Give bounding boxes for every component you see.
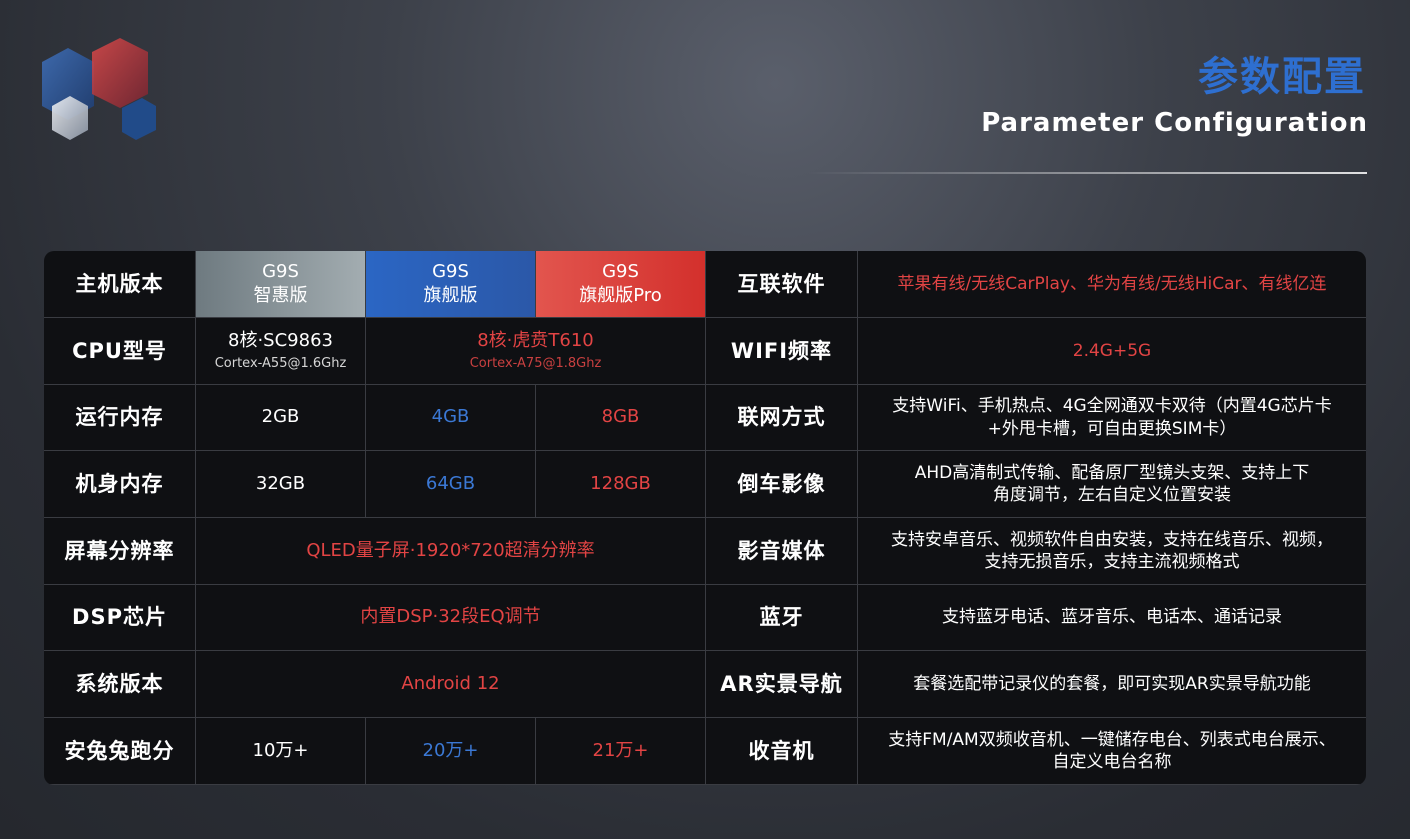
row-label-antutu: 安兔兔跑分 bbox=[44, 718, 196, 785]
network-value: 支持WiFi、手机热点、4G全网通双卡双待（内置4G芯片卡 +外甩卡槽，可自由更… bbox=[858, 385, 1366, 451]
os-value: Android 12 bbox=[196, 651, 706, 718]
radio-value: 支持FM/AM双频收音机、一键储存电台、列表式电台展示、 自定义电台名称 bbox=[858, 718, 1366, 785]
network-line-2: +外甩卡槽，可自由更换SIM卡） bbox=[987, 418, 1237, 439]
ram-flagship: 4GB bbox=[366, 385, 536, 451]
cube-logo-icon bbox=[42, 38, 156, 140]
col-header-flagship-name: G9S bbox=[432, 260, 469, 282]
row-label-storage: 机身内存 bbox=[44, 451, 196, 518]
media-line-1: 支持安卓音乐、视频软件自由安装，支持在线音乐、视频， bbox=[891, 529, 1333, 550]
row-label-screen: 屏幕分辨率 bbox=[44, 518, 196, 585]
cpu-basic-main: 8核·SC9863 bbox=[228, 330, 333, 352]
radio-line-1: 支持FM/AM双频收音机、一键储存电台、列表式电台展示、 bbox=[888, 729, 1336, 750]
cpu-flagship-main: 8核·虎贲T610 bbox=[477, 330, 594, 352]
row-label-radio: 收音机 bbox=[706, 718, 858, 785]
row-label-media: 影音媒体 bbox=[706, 518, 858, 585]
antutu-pro: 21万+ bbox=[536, 718, 706, 785]
wifi-value: 2.4G+5G bbox=[858, 318, 1366, 385]
row-label-connect-apps: 互联软件 bbox=[706, 251, 858, 318]
row-label-os: 系统版本 bbox=[44, 651, 196, 718]
row-label-wifi: WIFI频率 bbox=[706, 318, 858, 385]
connect-apps-value: 苹果有线/无线CarPlay、华为有线/无线HiCar、有线亿连 bbox=[858, 251, 1366, 318]
spec-table: 主机版本 G9S 智惠版 G9S 旗舰版 G9S 旗舰版Pro CPU型号 8核… bbox=[44, 251, 1366, 785]
row-label-reverse-camera: 倒车影像 bbox=[706, 451, 858, 518]
radio-line-2: 自定义电台名称 bbox=[1052, 752, 1172, 772]
ram-pro: 8GB bbox=[536, 385, 706, 451]
row-label-bluetooth: 蓝牙 bbox=[706, 585, 858, 651]
ram-basic: 2GB bbox=[196, 385, 366, 451]
ar-nav-value: 套餐选配带记录仪的套餐，即可实现AR实景导航功能 bbox=[858, 651, 1366, 718]
antutu-basic: 10万+ bbox=[196, 718, 366, 785]
reverse-camera-value: AHD高清制式传输、配备原厂型镜头支架、支持上下 角度调节，左右自定义位置安装 bbox=[858, 451, 1366, 518]
cpu-basic: 8核·SC9863 Cortex-A55@1.6Ghz bbox=[196, 318, 366, 385]
row-label-ram: 运行内存 bbox=[44, 385, 196, 451]
network-line-1: 支持WiFi、手机热点、4G全网通双卡双待（内置4G芯片卡 bbox=[892, 396, 1332, 417]
col-header-pro: G9S 旗舰版Pro bbox=[536, 251, 706, 318]
title-divider bbox=[807, 172, 1367, 174]
col-header-pro-name: G9S bbox=[602, 260, 639, 282]
col-header-flagship: G9S 旗舰版 bbox=[366, 251, 536, 318]
cpu-basic-sub: Cortex-A55@1.6Ghz bbox=[214, 355, 347, 371]
reverse-camera-line-2: 角度调节，左右自定义位置安装 bbox=[993, 485, 1231, 505]
storage-basic: 32GB bbox=[196, 451, 366, 518]
media-line-2: 支持无损音乐，支持主流视频格式 bbox=[984, 552, 1240, 572]
col-header-pro-edition: 旗舰版Pro bbox=[579, 285, 662, 306]
col-header-basic-name: G9S bbox=[262, 260, 299, 282]
page-title: 参数配置 bbox=[1198, 54, 1366, 100]
screen-value: QLED量子屏·1920*720超清分辨率 bbox=[196, 518, 706, 585]
col-header-basic-edition: 智惠版 bbox=[253, 285, 308, 306]
col-header-flagship-edition: 旗舰版 bbox=[423, 285, 478, 306]
row-label-dsp: DSP芯片 bbox=[44, 585, 196, 651]
page-subtitle: Parameter Configuration bbox=[981, 108, 1368, 138]
storage-flagship: 64GB bbox=[366, 451, 536, 518]
row-label-version: 主机版本 bbox=[44, 251, 196, 318]
cpu-flagship-sub: Cortex-A75@1.8Ghz bbox=[469, 355, 602, 371]
row-label-cpu: CPU型号 bbox=[44, 318, 196, 385]
col-header-basic: G9S 智惠版 bbox=[196, 251, 366, 318]
bluetooth-value: 支持蓝牙电话、蓝牙音乐、电话本、通话记录 bbox=[858, 585, 1366, 651]
media-value: 支持安卓音乐、视频软件自由安装，支持在线音乐、视频， 支持无损音乐，支持主流视频… bbox=[858, 518, 1366, 585]
reverse-camera-line-1: AHD高清制式传输、配备原厂型镜头支架、支持上下 bbox=[914, 462, 1310, 483]
antutu-flagship: 20万+ bbox=[366, 718, 536, 785]
page: 参数配置 Parameter Configuration 主机版本 G9S 智惠… bbox=[0, 0, 1410, 839]
dsp-value: 内置DSP·32段EQ调节 bbox=[196, 585, 706, 651]
storage-pro: 128GB bbox=[536, 451, 706, 518]
row-label-ar-nav: AR实景导航 bbox=[706, 651, 858, 718]
row-label-network: 联网方式 bbox=[706, 385, 858, 451]
cpu-flagship: 8核·虎贲T610 Cortex-A75@1.8Ghz bbox=[366, 318, 706, 385]
